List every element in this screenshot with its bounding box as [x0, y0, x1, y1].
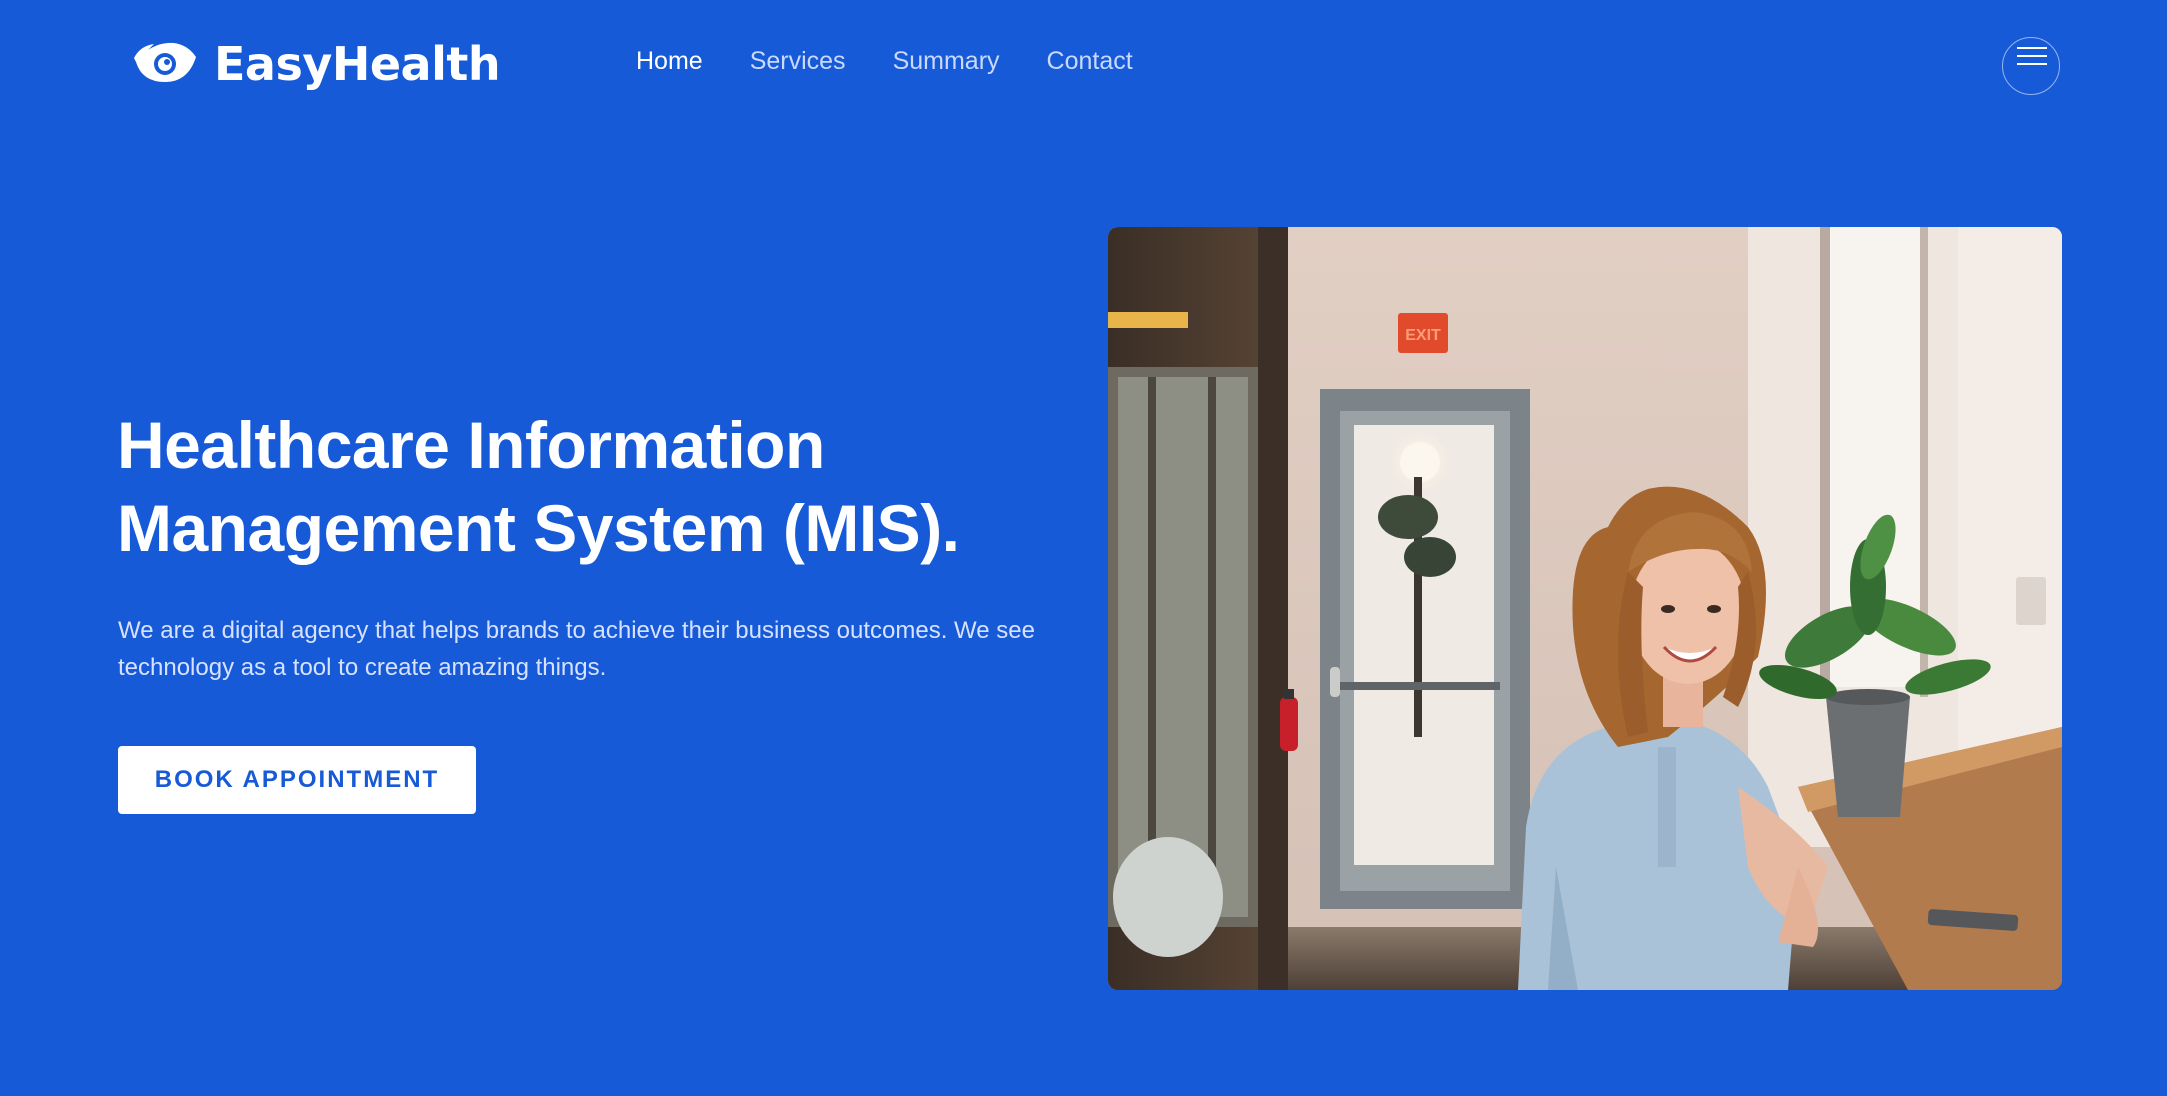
hamburger-menu-button[interactable]: [2002, 37, 2060, 95]
hamburger-menu-icon-bar: [2017, 63, 2047, 65]
hero-photo: EXIT: [1108, 227, 2062, 990]
nav-home[interactable]: Home: [636, 47, 703, 75]
brand-name: EasyHealth: [214, 37, 501, 91]
hamburger-menu-icon-bar: [2017, 55, 2047, 57]
brand-logo[interactable]: EasyHealth: [132, 34, 501, 94]
hero-subtitle: We are a digital agency that helps brand…: [118, 617, 1035, 681]
exit-sign-text: EXIT: [1405, 327, 1441, 344]
nav-summary[interactable]: Summary: [893, 47, 1000, 75]
hero-photo-illustration: EXIT: [1108, 227, 2062, 990]
nav-contact[interactable]: Contact: [1047, 47, 1133, 75]
eye-icon: [134, 42, 196, 82]
nav-services[interactable]: Services: [750, 47, 846, 75]
hero-title: Healthcare Information Management System…: [117, 408, 960, 565]
book-appointment-button[interactable]: BOOK APPOINTMENT: [118, 746, 476, 814]
main-nav: Home Services Summary Contact: [636, 46, 1133, 76]
hamburger-menu-icon: [2017, 47, 2047, 49]
